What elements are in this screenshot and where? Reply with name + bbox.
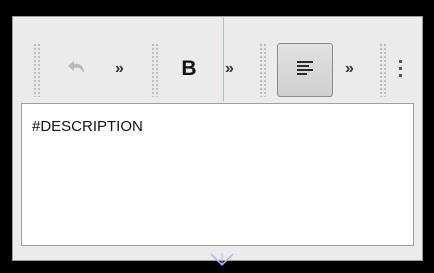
align-left-icon — [295, 59, 315, 82]
more-button[interactable]: » — [107, 45, 131, 93]
toolbar-grip[interactable] — [33, 43, 41, 97]
editor-text: #DESCRIPTION — [32, 118, 143, 135]
drop-marker-icon — [209, 253, 235, 272]
toolbar-grip[interactable] — [259, 43, 267, 97]
screenshot-frame: » B » » #DESCRIPTION — [0, 0, 434, 273]
toolbar-grip[interactable] — [379, 43, 387, 97]
bold-label: B — [181, 57, 197, 80]
more-chevron: » — [345, 60, 354, 77]
toolbar-grip[interactable] — [151, 43, 159, 97]
more-chevron: » — [115, 60, 124, 77]
more-button[interactable]: » — [217, 45, 241, 93]
more-button[interactable]: » — [337, 45, 361, 93]
more-chevron: » — [225, 60, 234, 77]
toolbar: » B » » — [27, 37, 414, 101]
overflow-button[interactable] — [395, 45, 407, 93]
editor-panel: » B » » #DESCRIPTION — [12, 16, 423, 267]
undo-icon — [66, 60, 88, 79]
bold-button[interactable]: B — [171, 45, 207, 93]
text-editor[interactable]: #DESCRIPTION — [21, 103, 414, 246]
undo-button[interactable] — [57, 45, 97, 93]
vertical-dots-icon — [397, 58, 405, 81]
align-left-button[interactable] — [277, 43, 333, 97]
